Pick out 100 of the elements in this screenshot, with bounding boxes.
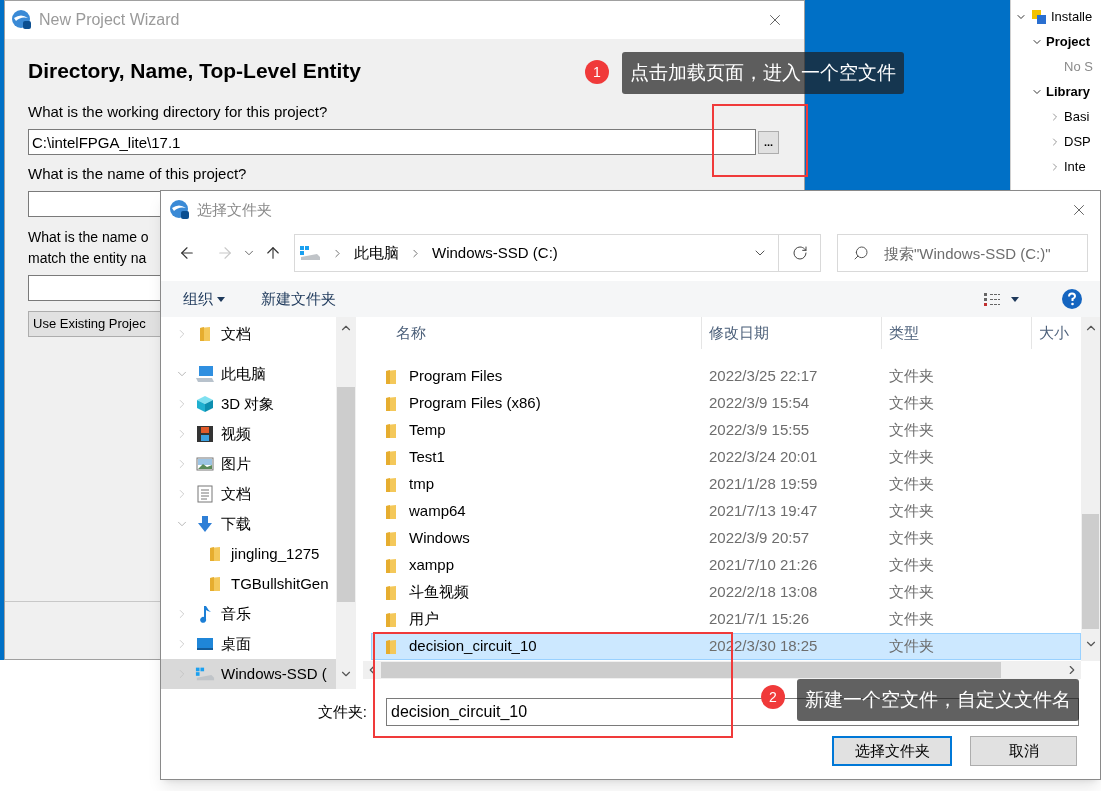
- file-row[interactable]: 用户 2021/7/1 15:26 文件夹: [371, 606, 1081, 633]
- breadcrumb-item[interactable]: 此电脑: [354, 241, 399, 265]
- folder-icon: [385, 422, 397, 439]
- folder-icon: [209, 546, 221, 562]
- nav-pane-item[interactable]: 文档: [161, 319, 336, 349]
- column-header[interactable]: 大小: [1039, 321, 1069, 345]
- refresh-icon: [791, 245, 808, 261]
- folder-icon: [209, 576, 221, 592]
- file-type: 文件夹: [888, 582, 935, 603]
- modified-date: 2022/3/24 20:01: [708, 447, 819, 468]
- file-type: 文件夹: [888, 366, 935, 387]
- cube-icon: [196, 395, 214, 413]
- help-icon[interactable]: [1061, 288, 1083, 310]
- file-name: 用户: [409, 609, 439, 630]
- caret-icon[interactable]: [1011, 296, 1019, 302]
- browse-button[interactable]: ...: [758, 130, 779, 154]
- nav-pane-item[interactable]: 文档: [161, 479, 336, 509]
- select-folder-button[interactable]: 选择文件夹: [832, 736, 952, 766]
- file-type: 文件夹: [888, 420, 935, 441]
- field-label: What is the name o: [28, 228, 149, 247]
- tree-item[interactable]: Inte: [1011, 154, 1101, 179]
- nav-pane-item[interactable]: 音乐: [161, 599, 336, 629]
- search-field[interactable]: 搜索"Windows-SSD (C:)": [837, 234, 1088, 272]
- directory-field[interactable]: C:\intelFPGA_lite\17.1: [28, 129, 756, 155]
- modified-date: 2021/7/10 21:26: [708, 555, 819, 576]
- file-row[interactable]: Test1 2022/3/24 20:01 文件夹: [371, 444, 1081, 471]
- file-row[interactable]: xampp 2021/7/10 21:26 文件夹: [371, 552, 1081, 579]
- tree-item[interactable]: Library: [1011, 79, 1101, 104]
- organize-menu[interactable]: 组织: [183, 287, 225, 311]
- drive-icon: [299, 245, 321, 261]
- new-folder-button[interactable]: 新建文件夹: [261, 287, 336, 311]
- modified-date: 2022/3/9 15:55: [708, 420, 811, 441]
- folder-icon: [385, 476, 397, 493]
- folder-icon: [199, 326, 211, 342]
- scrollbar[interactable]: [1081, 317, 1100, 661]
- file-type: 文件夹: [888, 447, 935, 468]
- document-icon: [197, 485, 213, 503]
- column-header[interactable]: 修改日期: [709, 321, 769, 345]
- nav-pane-item[interactable]: 此电脑: [161, 359, 336, 389]
- folder-icon: [385, 638, 397, 655]
- nav-pane-item[interactable]: TGBullshitGen: [161, 569, 336, 599]
- music-note-icon: [198, 605, 212, 623]
- modified-date: 2022/2/18 13:08: [708, 582, 819, 603]
- file-row[interactable]: tmp 2021/1/28 19:59 文件夹: [371, 471, 1081, 498]
- nav-pane-item[interactable]: 图片: [161, 449, 336, 479]
- nav-pane-item[interactable]: jingling_1275: [161, 539, 336, 569]
- folder-icon: [385, 503, 397, 520]
- folder-icon: [385, 449, 397, 466]
- column-header[interactable]: 类型: [889, 321, 919, 345]
- file-row[interactable]: Program Files 2022/3/25 22:17 文件夹: [371, 363, 1081, 390]
- folder-icon: [385, 557, 397, 574]
- computer-icon: [195, 365, 215, 383]
- file-row[interactable]: Temp 2022/3/9 15:55 文件夹: [371, 417, 1081, 444]
- file-name: tmp: [409, 474, 434, 495]
- nav-pane-item[interactable]: Windows-SSD (: [161, 659, 336, 689]
- address-bar[interactable]: 此电脑 Windows-SSD (C:): [294, 234, 821, 272]
- file-row[interactable]: Windows 2022/3/9 20:57 文件夹: [371, 525, 1081, 552]
- modified-date: 2022/3/9 20:57: [708, 528, 811, 549]
- folder-icon: [385, 530, 397, 547]
- column-header[interactable]: 名称: [396, 321, 426, 345]
- cancel-button[interactable]: 取消: [970, 736, 1077, 766]
- folder-icon: [385, 584, 397, 601]
- file-type: 文件夹: [888, 528, 935, 549]
- file-name: Program Files: [409, 366, 503, 387]
- dialog-title: 选择文件夹: [197, 199, 272, 220]
- tree-item[interactable]: Project: [1011, 29, 1101, 54]
- file-name: 斗鱼视频: [409, 582, 469, 603]
- file-row[interactable]: Program Files (x86) 2022/3/9 15:54 文件夹: [371, 390, 1081, 417]
- scrollbar[interactable]: [336, 317, 356, 689]
- file-name: wamp64: [409, 501, 466, 522]
- entity-name-field[interactable]: [28, 275, 161, 301]
- file-row[interactable]: 斗鱼视频 2022/2/18 13:08 文件夹: [371, 579, 1081, 606]
- film-icon: [196, 425, 214, 443]
- folder-icon: [385, 395, 397, 412]
- file-row[interactable]: wamp64 2021/7/13 19:47 文件夹: [371, 498, 1081, 525]
- nav-pane-item[interactable]: 视频: [161, 419, 336, 449]
- field-label: match the entity na: [28, 249, 147, 268]
- file-name: xampp: [409, 555, 455, 576]
- download-icon: [196, 515, 214, 533]
- nav-pane-item[interactable]: 3D 对象: [161, 389, 336, 419]
- view-options-icon[interactable]: [983, 292, 1001, 306]
- tree-item[interactable]: DSP: [1011, 129, 1101, 154]
- breadcrumb-item[interactable]: Windows-SSD (C:): [432, 241, 558, 265]
- file-type: 文件夹: [888, 474, 935, 495]
- file-type: 文件夹: [888, 609, 935, 630]
- modified-date: 2021/7/1 15:26: [708, 609, 811, 630]
- nav-pane-item[interactable]: 桌面: [161, 629, 336, 659]
- folder-icon: [385, 368, 397, 385]
- tree-item[interactable]: Installe: [1011, 4, 1101, 29]
- use-existing-button[interactable]: Use Existing Projec: [28, 311, 161, 337]
- annotation-tooltip: 新建一个空文件，自定义文件名: [797, 679, 1079, 721]
- forward-arrow-icon[interactable]: [216, 244, 234, 262]
- tree-item[interactable]: No S: [1011, 54, 1101, 79]
- annotation-tooltip: 点击加载页面，进入一个空文件: [622, 52, 904, 94]
- nav-pane-item[interactable]: 下载: [161, 509, 336, 539]
- file-name: Temp: [409, 420, 446, 441]
- project-name-field[interactable]: [28, 191, 161, 217]
- field-label: What is the name of this project?: [28, 164, 247, 184]
- tree-item[interactable]: Basi: [1011, 104, 1101, 129]
- field-label: 文件夹:: [316, 701, 367, 722]
